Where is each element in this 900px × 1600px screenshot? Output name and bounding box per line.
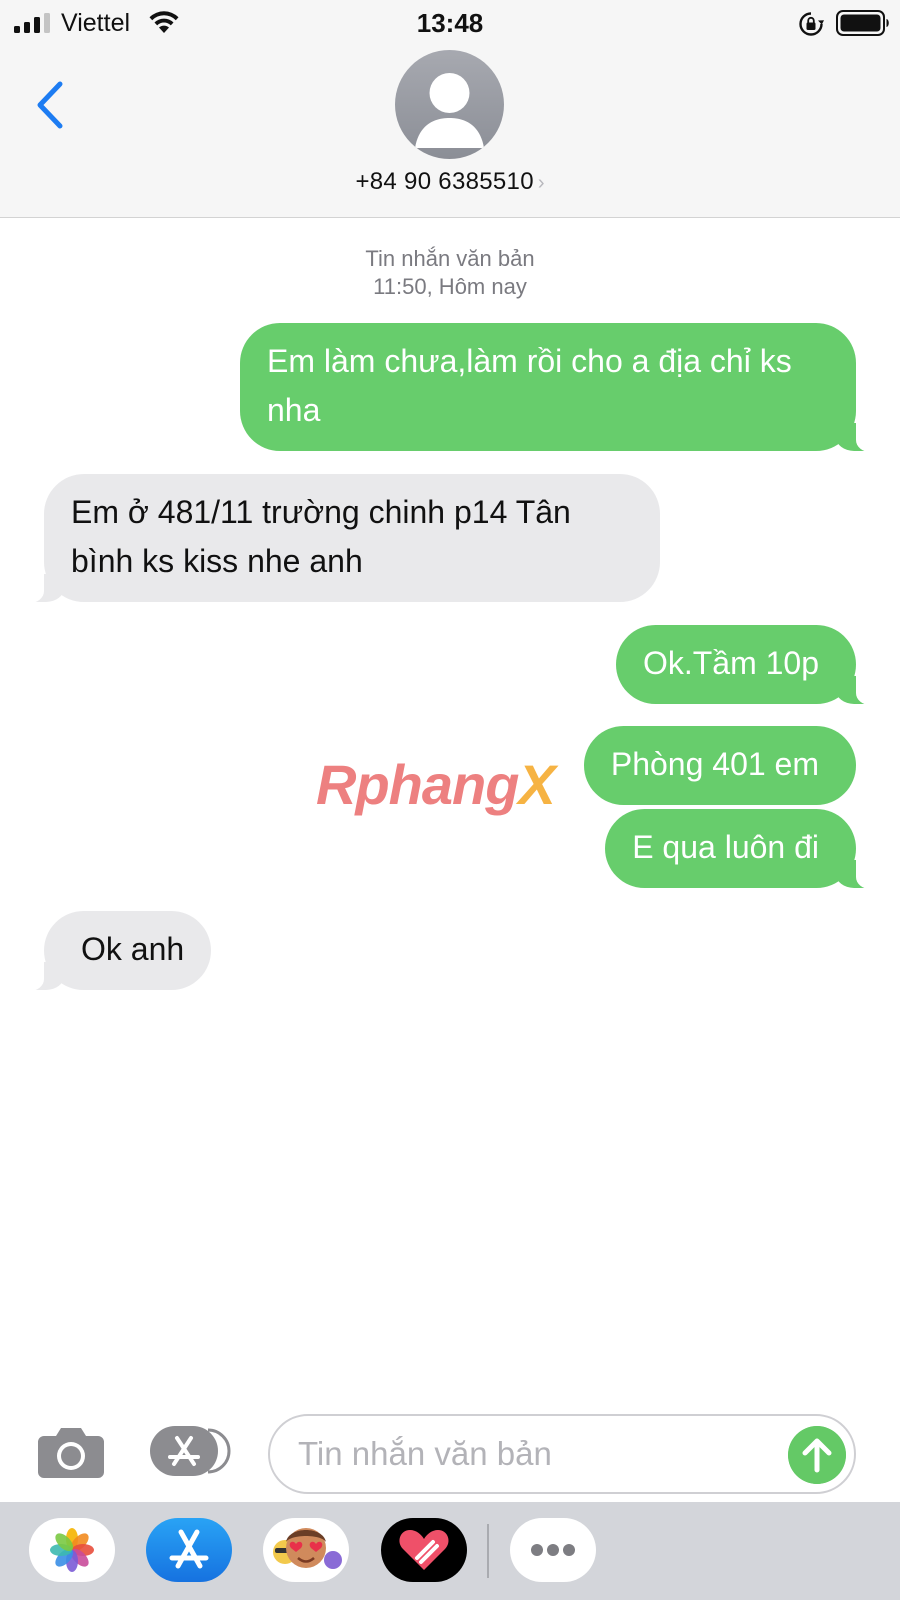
- watermark-logo: RphangX: [316, 753, 556, 816]
- app-store-app-button[interactable]: [146, 1518, 232, 1582]
- message-thread[interactable]: Tin nhắn văn bản 11:50, Hôm nay Em làm c…: [0, 219, 900, 1399]
- message-bubble-sent[interactable]: Em làm chưa,làm rồi cho a địa chỉ ks nha: [240, 323, 888, 452]
- status-bar: Viettel 13:48: [0, 0, 900, 46]
- more-apps-button[interactable]: [510, 1518, 596, 1582]
- digital-touch-icon: [399, 1530, 449, 1570]
- battery-icon: [836, 10, 889, 36]
- carrier-name: Viettel: [61, 9, 131, 37]
- photos-icon: [50, 1528, 94, 1572]
- back-button[interactable]: [30, 78, 74, 132]
- imessage-app-drawer: [0, 1502, 900, 1600]
- app-store-icon[interactable]: [150, 1426, 232, 1476]
- message-bubble-sent[interactable]: Phòng 401 em: [583, 726, 856, 805]
- message-bubble-received[interactable]: Ok anh: [11, 911, 212, 991]
- send-button[interactable]: [788, 1426, 846, 1484]
- digital-touch-app-button[interactable]: [381, 1518, 467, 1582]
- message-text: Em ở 481/11 trường chinh p14 Tân bình ks…: [71, 494, 571, 579]
- message-time-label: 11:50, Hôm nay: [373, 274, 527, 299]
- message-text: Phòng 401 em: [610, 746, 819, 782]
- memoji-icon: [273, 1528, 342, 1569]
- message-composer: [0, 1400, 900, 1502]
- message-input[interactable]: [298, 1428, 768, 1480]
- message-text: Ok anh: [81, 931, 185, 967]
- message-text: Em làm chưa,làm rồi cho a địa chỉ ks nha: [267, 343, 792, 428]
- person-silhouette-icon: [415, 73, 484, 148]
- thread-timestamp: Tin nhắn văn bản 11:50, Hôm nay: [0, 245, 900, 301]
- contact-name: +84 90 6385510: [355, 168, 534, 195]
- photos-app-button[interactable]: [29, 1518, 115, 1582]
- message-bubble-received[interactable]: Em ở 481/11 trường chinh p14 Tân bình ks…: [12, 474, 660, 603]
- message-bubble-sent[interactable]: E qua luôn đi: [605, 809, 888, 889]
- memoji-app-button[interactable]: [263, 1518, 349, 1582]
- orientation-lock-icon: [799, 12, 824, 36]
- message-type-label: Tin nhắn văn bản: [365, 246, 535, 271]
- cellular-signal-icon: [14, 13, 50, 33]
- contact-avatar[interactable]: [395, 50, 504, 159]
- chevron-right-icon: ›: [537, 172, 545, 194]
- wifi-icon: [149, 11, 179, 33]
- message-text: Ok.Tầm 10p: [642, 645, 819, 681]
- app-store-icon: [169, 1529, 209, 1569]
- camera-icon[interactable]: [36, 1424, 106, 1480]
- conversation-header: Viettel 13:48 +84 90 6385510 ›: [0, 0, 900, 218]
- drawer-divider: [487, 1524, 489, 1578]
- message-text: E qua luôn đi: [632, 829, 819, 865]
- status-time: 13:48: [416, 8, 484, 38]
- contact-name-button[interactable]: +84 90 6385510 ›: [0, 168, 900, 196]
- message-input-container[interactable]: [268, 1414, 856, 1494]
- more-icon: [531, 1544, 575, 1556]
- message-bubble-sent[interactable]: Ok.Tầm 10p: [615, 625, 889, 705]
